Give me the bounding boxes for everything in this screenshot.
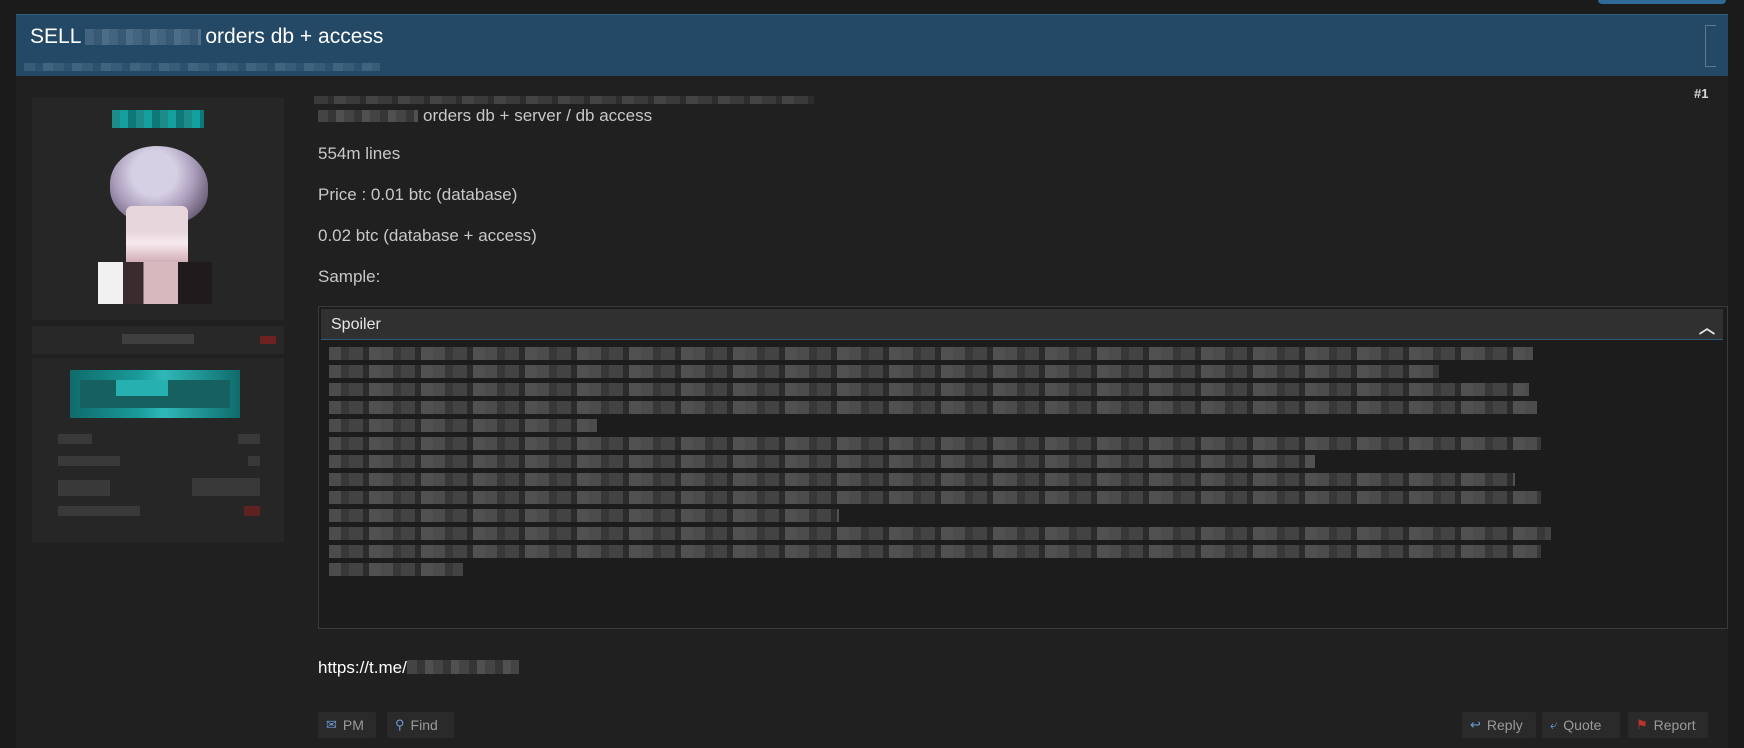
link-prefix: https://t.me/ bbox=[318, 658, 407, 677]
thread-subtitle-redacted bbox=[24, 63, 380, 71]
envelope-icon: ✉ bbox=[326, 717, 337, 732]
user-sidebar bbox=[32, 98, 284, 542]
thread-title: SELL orders db + access bbox=[30, 25, 383, 49]
content-line-5: Sample: bbox=[318, 267, 381, 286]
spoiler-label: Spoiler bbox=[331, 316, 381, 333]
spoiler-header[interactable]: Spoiler ︿ bbox=[321, 309, 1723, 340]
reply-icon: ↩ bbox=[1470, 717, 1481, 732]
user-banner bbox=[70, 370, 240, 418]
username-redacted[interactable] bbox=[112, 110, 204, 128]
avatar[interactable] bbox=[88, 146, 228, 304]
post: #1 orders db + server / db access 554m l… bbox=[16, 76, 1728, 748]
content-line-3: Price : 0.01 btc (database) bbox=[318, 185, 518, 204]
redacted-text bbox=[85, 29, 202, 45]
thread-title-suffix: orders db + access bbox=[205, 25, 384, 48]
report-button[interactable]: ⚑ Report bbox=[1628, 712, 1708, 738]
user-title-row bbox=[32, 326, 284, 354]
post-meta-redacted bbox=[314, 96, 814, 104]
flag-icon: ⚑ bbox=[1636, 717, 1648, 732]
avatar-box bbox=[32, 98, 284, 320]
quote-button[interactable]: ⤶ Quote bbox=[1542, 712, 1620, 738]
find-button[interactable]: ⚲ Find bbox=[387, 712, 454, 738]
thread-header: SELL orders db + access bbox=[16, 14, 1728, 77]
telegram-link[interactable]: https://t.me/ bbox=[318, 658, 524, 678]
thread-title-prefix: SELL bbox=[30, 25, 82, 48]
content-line-4: 0.02 btc (database + access) bbox=[318, 226, 537, 245]
quote-icon: ⤶ bbox=[1550, 717, 1558, 732]
search-icon: ⚲ bbox=[395, 717, 405, 732]
bracket-icon[interactable] bbox=[1705, 25, 1716, 67]
content-line-2: 554m lines bbox=[318, 144, 401, 163]
top-strip bbox=[0, 0, 1744, 14]
chevron-up-icon[interactable]: ︿ bbox=[1699, 314, 1715, 338]
pm-button[interactable]: ✉ PM bbox=[318, 712, 376, 738]
post-number[interactable]: #1 bbox=[1694, 86, 1708, 101]
spoiler-content-redacted bbox=[329, 347, 1689, 619]
redacted-text bbox=[318, 110, 418, 122]
redacted-text bbox=[406, 660, 519, 674]
content-line-1: orders db + server / db access bbox=[318, 106, 652, 126]
reply-button[interactable]: ↩ Reply bbox=[1462, 712, 1536, 738]
user-stats bbox=[32, 358, 284, 542]
top-right-button[interactable] bbox=[1598, 0, 1726, 4]
spoiler: Spoiler ︿ bbox=[318, 306, 1728, 629]
